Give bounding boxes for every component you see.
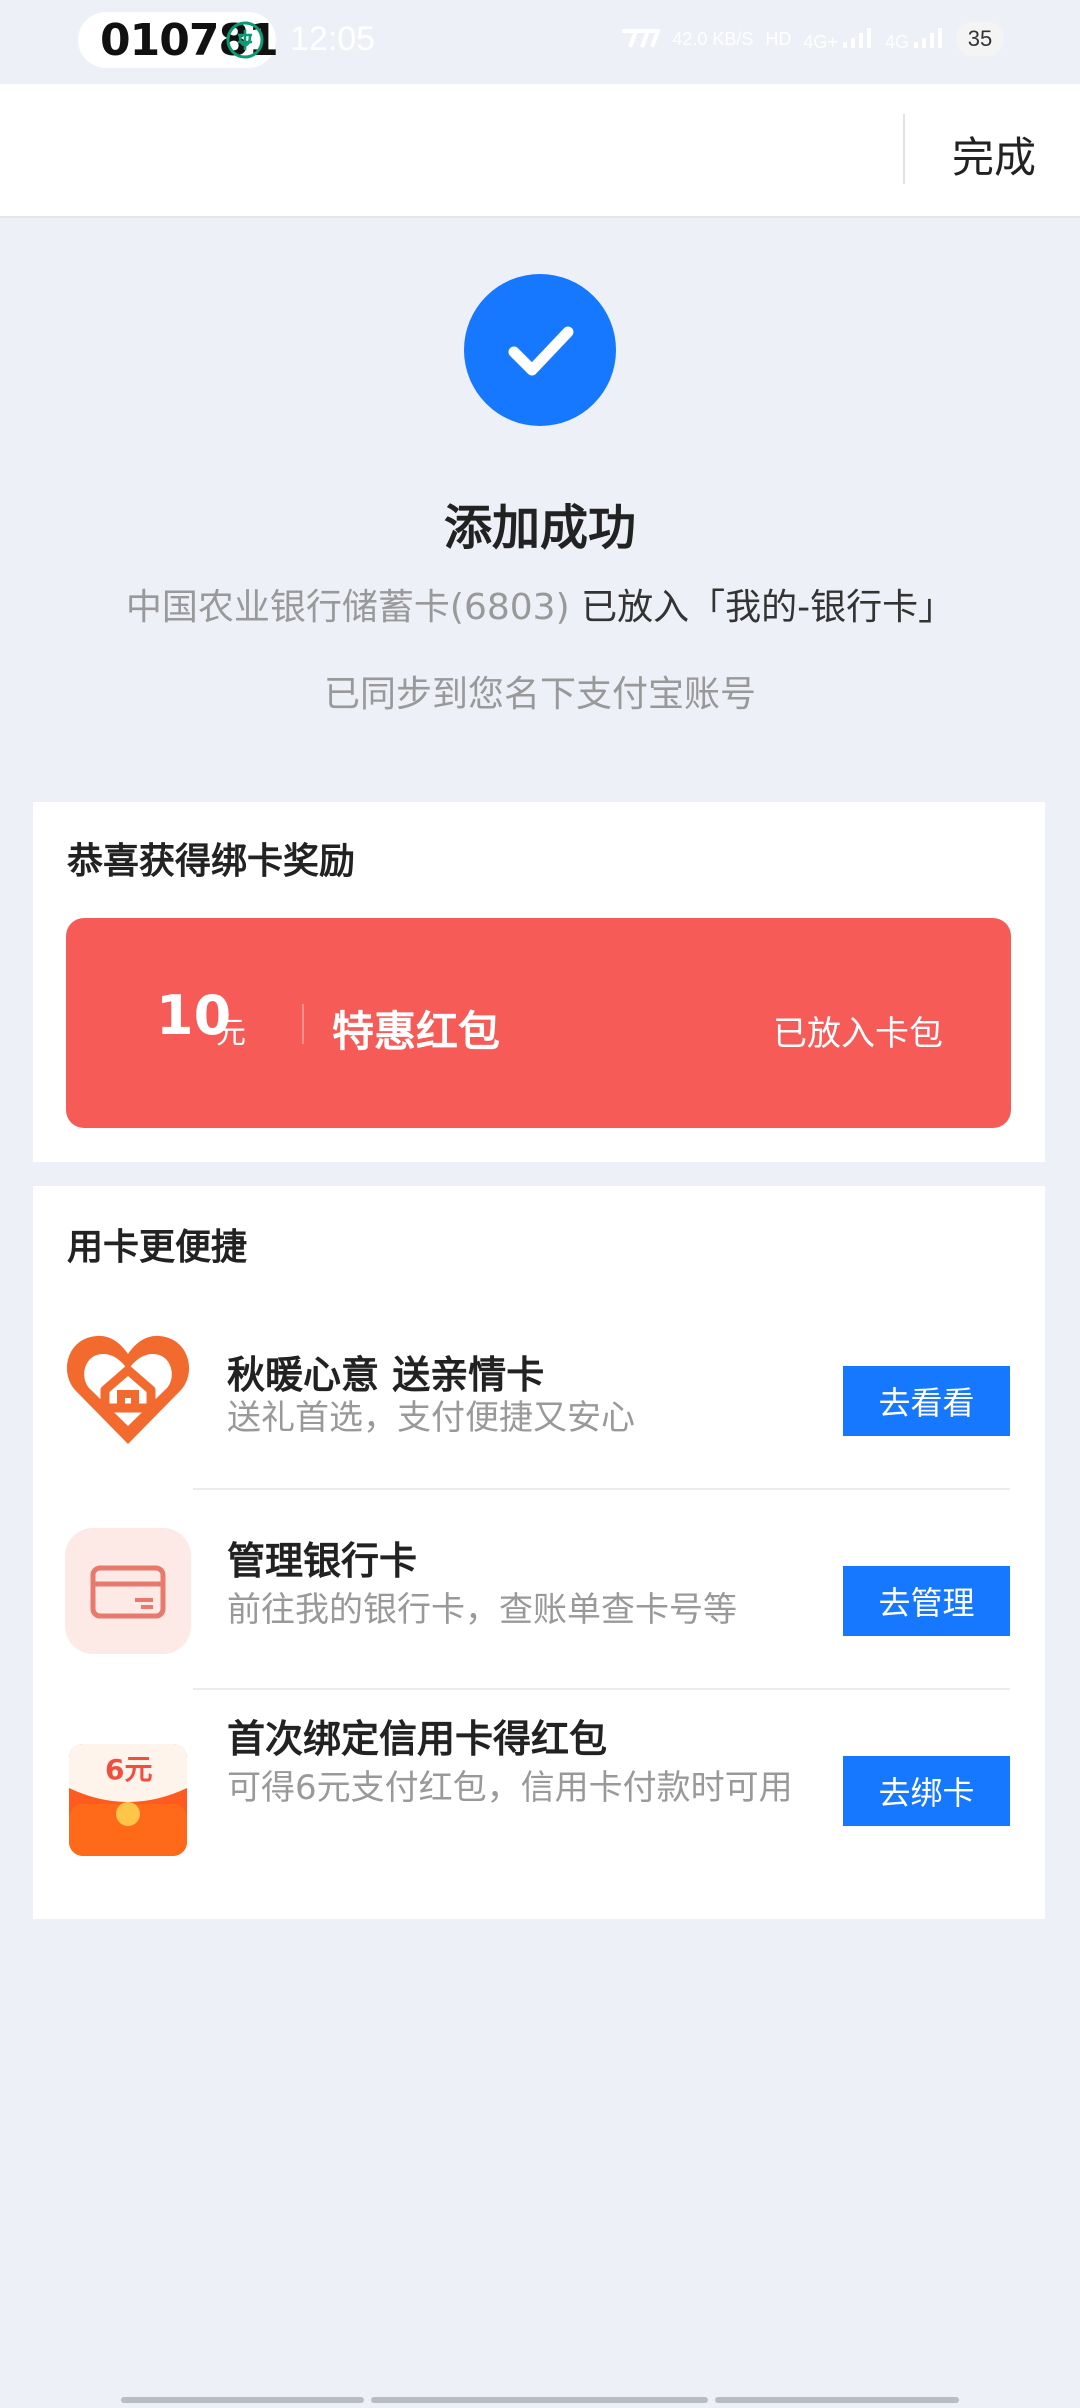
heart-home-icon — [66, 1335, 190, 1444]
signal-sim2-icon: 4G — [884, 27, 944, 52]
item-title: 秋暖心意 送亲情卡 — [227, 1353, 545, 1397]
sim1-label: 4G+ — [803, 31, 838, 52]
net-speed: 42.0 KB/S — [672, 29, 754, 49]
success-title: 添加成功 — [443, 500, 636, 556]
gesture-bar-left — [121, 2397, 364, 2403]
hd-icon: HD — [765, 29, 792, 49]
reward-name: 特惠红包 — [332, 1007, 501, 1056]
view-button[interactable]: 去看看 — [843, 1366, 1010, 1436]
reward-unit: 元 — [216, 1016, 246, 1051]
status-bar: 010781 12:05 42.0 KB/S HD 4G+ 4G 35 — [0, 0, 1080, 84]
sync-text: 已同步到您名下支付宝账号 — [323, 674, 756, 715]
battery-indicator: 35 — [956, 22, 1004, 56]
list-item[interactable]: 6元 首次绑定信用卡得红包 可得6元支付红包，信用卡付款时可用 去绑卡 — [33, 1716, 1045, 1916]
quick-section-title: 用卡更便捷 — [67, 1227, 248, 1268]
done-button[interactable]: 完成 — [952, 124, 1036, 185]
item-title: 管理银行卡 — [227, 1539, 418, 1583]
item-subtitle: 送礼首选，支付便捷又安心 — [227, 1398, 635, 1438]
abc-bank-logo-icon — [226, 21, 264, 59]
sms-code-pill[interactable]: 010781 — [78, 12, 279, 68]
bank-card-icon — [65, 1528, 191, 1654]
success-check-icon — [464, 274, 616, 426]
gesture-bar-right — [715, 2397, 959, 2403]
reward-card: 恭喜获得绑卡奖励 10 元 特惠红包 已放入卡包 — [33, 802, 1045, 1162]
reward-separator — [302, 1004, 304, 1044]
placed-text: 已放入「我的-银行卡」 — [581, 587, 955, 628]
nav-bar: 完成 — [0, 84, 1080, 218]
red-envelope-icon: 6元 — [65, 1744, 191, 1870]
sim2-label: 4G — [884, 31, 909, 52]
reward-status: 已放入卡包 — [773, 1014, 943, 1054]
item-title: 首次绑定信用卡得红包 — [227, 1717, 608, 1761]
list-item[interactable]: 管理银行卡 前往我的银行卡，查账单查卡号等 去管理 — [33, 1516, 1045, 1716]
item-divider — [193, 1688, 1010, 1690]
item-subtitle: 可得6元支付红包，信用卡付款时可用 — [227, 1768, 793, 1808]
item-subtitle: 前往我的银行卡，查账单查卡号等 — [227, 1590, 737, 1630]
envelope-amount: 6元 — [105, 1753, 153, 1786]
gesture-bar-center — [371, 2397, 708, 2403]
status-time: 12:05 — [290, 20, 376, 58]
status-icons: 42.0 KB/S HD 4G+ 4G 35 — [620, 22, 1004, 56]
reward-section-title: 恭喜获得绑卡奖励 — [67, 841, 356, 882]
bind-card-button[interactable]: 去绑卡 — [843, 1756, 1010, 1826]
quick-access-card: 用卡更便捷 秋暖心意 送亲情卡 送礼首选，支付便捷又安心 去看看 管理银行卡 前… — [33, 1186, 1045, 1919]
item-divider — [193, 1488, 1010, 1490]
app-notification-icon — [620, 27, 662, 52]
reward-banner[interactable]: 10 元 特惠红包 已放入卡包 — [66, 918, 1011, 1128]
manage-button[interactable]: 去管理 — [843, 1566, 1010, 1636]
card-name: 中国农业银行储蓄卡(6803) — [125, 587, 570, 628]
signal-sim1-icon: 4G+ — [803, 27, 873, 52]
list-item[interactable]: 秋暖心意 送亲情卡 送礼首选，支付便捷又安心 去看看 — [33, 1316, 1045, 1516]
nav-divider — [903, 114, 905, 184]
success-description: 中国农业银行储蓄卡(6803) 已放入「我的-银行卡」 — [0, 578, 1080, 630]
